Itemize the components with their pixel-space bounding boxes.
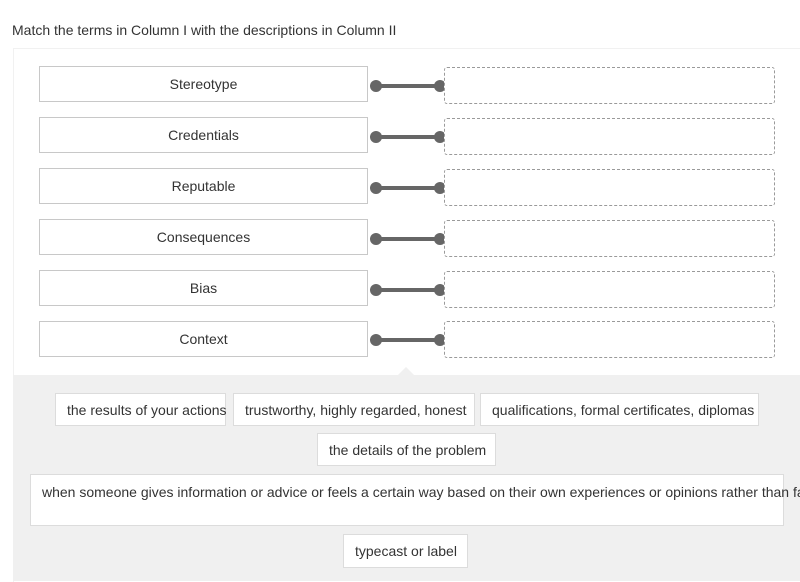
drop-slot-2[interactable] [444, 118, 775, 155]
connector [370, 131, 446, 143]
answer-chip[interactable]: when someone gives information or advice… [30, 474, 800, 526]
answer-chip[interactable]: trustworthy, highly regarded, honest [233, 393, 475, 426]
drop-slot-5[interactable] [444, 271, 775, 308]
connector [370, 233, 446, 245]
connector [370, 334, 446, 346]
connector [370, 80, 446, 92]
term-credentials: Credentials [39, 117, 368, 153]
drop-slot-3[interactable] [444, 169, 775, 206]
drop-slot-4[interactable] [444, 220, 775, 257]
term-bias: Bias [39, 270, 368, 306]
connector [370, 284, 446, 296]
answer-chip[interactable]: typecast or label [343, 534, 468, 568]
answer-chip[interactable]: qualifications, formal certificates, dip… [480, 393, 759, 426]
term-consequences: Consequences [39, 219, 368, 255]
answer-chip[interactable]: the results of your actions [55, 393, 227, 426]
answer-chip[interactable]: the details of the problem [317, 433, 496, 466]
drop-slot-6[interactable] [444, 321, 775, 358]
instruction-text: Match the terms in Column I with the des… [12, 22, 397, 38]
connector [370, 182, 446, 194]
term-context: Context [39, 321, 368, 357]
term-stereotype: Stereotype [39, 66, 368, 102]
term-reputable: Reputable [39, 168, 368, 204]
drop-slot-1[interactable] [444, 67, 775, 104]
bank-pointer [397, 367, 415, 376]
